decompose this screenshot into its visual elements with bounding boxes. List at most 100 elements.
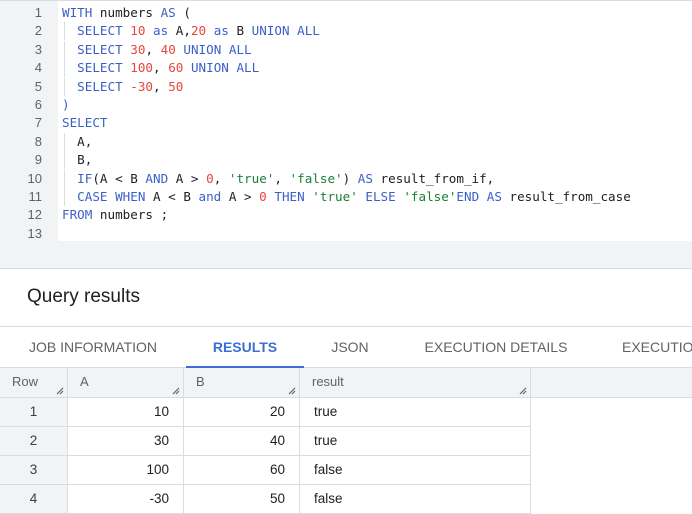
results-table: Row A B result 1 10 20 true 2 30 40 true…: [0, 368, 692, 514]
tab-results[interactable]: RESULTS: [186, 327, 304, 369]
cell-a: -30: [68, 485, 184, 513]
code-token-kw: IF: [77, 170, 93, 186]
code-line[interactable]: 8 A,: [0, 132, 692, 151]
code-token-kw: END AS: [456, 189, 502, 204]
code-token-num: 100: [130, 60, 154, 76]
code-token-kw: WITH: [62, 5, 93, 20]
code-line[interactable]: 7 SELECT: [0, 114, 692, 132]
row-number: 4: [0, 485, 68, 513]
code-token-id: A < B: [145, 189, 199, 204]
code-line[interactable]: 11 CASE WHEN A < B and A > 0 THEN 'true'…: [0, 188, 692, 206]
code-token-kw: ): [62, 97, 70, 112]
table-row: 3 100 60 false: [0, 456, 531, 485]
cell-a: 100: [68, 456, 184, 484]
code-token-id: result_from_case: [501, 189, 631, 204]
table-row: 2 30 40 true: [0, 427, 531, 456]
code-token-kw: AND: [145, 170, 169, 186]
code-line[interactable]: 5 SELECT -30, 50: [0, 77, 692, 96]
code-token-str: 'false': [403, 189, 457, 204]
code-token-id: [62, 79, 77, 94]
column-header-label: result: [312, 374, 344, 389]
resize-handle-icon[interactable]: [519, 387, 527, 395]
tab-json[interactable]: JSON: [304, 327, 396, 368]
code-token-id: A >: [168, 170, 207, 186]
code-token-id: numbers: [92, 5, 161, 20]
code-text: IF(A < B AND A > 0, 'true', 'false') AS …: [62, 170, 494, 188]
code-token-id: result_from_if,: [372, 170, 495, 186]
code-token-kw: SELECT: [77, 23, 123, 39]
code-text: FROM numbers ;: [62, 206, 168, 224]
code-token-id: B: [228, 23, 252, 39]
code-line[interactable]: 10 IF(A < B AND A > 0, 'true', 'false') …: [0, 169, 692, 188]
resize-handle-icon[interactable]: [172, 387, 180, 395]
line-number: 9: [34, 152, 42, 168]
resize-handle-icon[interactable]: [56, 387, 64, 395]
code-token-id: B,: [62, 152, 93, 168]
line-number: 3: [34, 41, 42, 57]
code-text: SELECT: [62, 114, 108, 132]
cell-b: 20: [184, 398, 300, 426]
cell-b: 60: [184, 456, 300, 484]
code-token-id: ): [342, 170, 358, 186]
code-token-kw: ELSE: [365, 189, 396, 204]
code-line[interactable]: 12 FROM numbers ;: [0, 206, 692, 224]
code-token-id: ,: [145, 41, 161, 57]
cell-b: 50: [184, 485, 300, 513]
code-token-num: 30: [130, 41, 146, 57]
code-token-id: [62, 171, 77, 186]
code-line[interactable]: 3 SELECT 30, 40 UNION ALL: [0, 40, 692, 59]
code-text: SELECT -30, 50: [62, 78, 183, 96]
line-number: 10: [27, 170, 42, 186]
code-token-kw: CASE WHEN: [77, 189, 146, 204]
column-header-label: Row: [12, 374, 39, 389]
query-results-title: Query results: [27, 286, 140, 307]
code-token-kw: FROM: [62, 207, 93, 223]
row-number: 2: [0, 427, 68, 455]
code-text: SELECT 30, 40 UNION ALL: [62, 41, 252, 59]
code-text: B,: [62, 151, 92, 169]
resize-handle-icon[interactable]: [288, 387, 296, 395]
cell-b: 40: [184, 427, 300, 455]
table-header: Row A B result: [0, 368, 692, 398]
code-line[interactable]: 1 WITH numbers AS (: [0, 4, 692, 22]
code-text: CASE WHEN A < B and A > 0 THEN 'true' EL…: [62, 188, 631, 206]
table-row: 4 -30 50 false: [0, 485, 531, 514]
cell-result: true: [300, 427, 531, 455]
code-token-kw: UNION ALL: [190, 60, 260, 76]
code-line[interactable]: 6): [0, 96, 692, 114]
tab-execution-graph[interactable]: EXECUTIO: [596, 327, 692, 368]
code-token-kw: SELECT: [77, 41, 123, 57]
code-token-id: ,: [153, 60, 169, 76]
code-token-num: 0: [206, 170, 214, 186]
code-text: ): [62, 96, 70, 114]
code-token-kw: THEN: [274, 189, 305, 204]
code-token-kw: SELECT: [77, 78, 123, 94]
code-token-kw: and: [198, 189, 222, 204]
code-token-id: A,: [168, 23, 191, 39]
row-number: 1: [0, 398, 68, 426]
code-line[interactable]: 9 B,: [0, 151, 692, 170]
code-text: WITH numbers AS (: [62, 4, 191, 22]
code-text: SELECT 100, 60 UNION ALL: [62, 59, 259, 77]
code-token-num: 60: [168, 60, 184, 76]
table-row: 1 10 20 true: [0, 398, 531, 427]
results-tabs: JOB INFORMATION RESULTS JSON EXECUTION D…: [0, 326, 692, 369]
code-token-id: numbers ;: [92, 207, 169, 223]
code-token-num: 10: [130, 23, 146, 39]
row-number: 3: [0, 456, 68, 484]
column-header-row: Row: [0, 368, 68, 398]
code-line[interactable]: 2 SELECT 10 as A,20 as B UNION ALL: [0, 22, 692, 41]
code-token-id: [183, 60, 191, 75]
cell-result: false: [300, 485, 531, 513]
cell-a: 10: [68, 398, 184, 426]
code-line[interactable]: 4 SELECT 100, 60 UNION ALL: [0, 59, 692, 78]
sql-editor[interactable]: 1 WITH numbers AS (2 SELECT 10 as A,20 as…: [0, 0, 692, 269]
code-token-str: 'false': [289, 170, 343, 186]
tab-execution-details[interactable]: EXECUTION DETAILS: [396, 327, 596, 368]
tab-job-information[interactable]: JOB INFORMATION: [0, 327, 186, 368]
code-token-id: [62, 42, 77, 57]
code-token-kw: UNION ALL: [183, 41, 252, 57]
column-header-b: B: [184, 368, 300, 398]
line-number: 4: [34, 60, 42, 76]
code-token-kw: as: [213, 23, 229, 39]
